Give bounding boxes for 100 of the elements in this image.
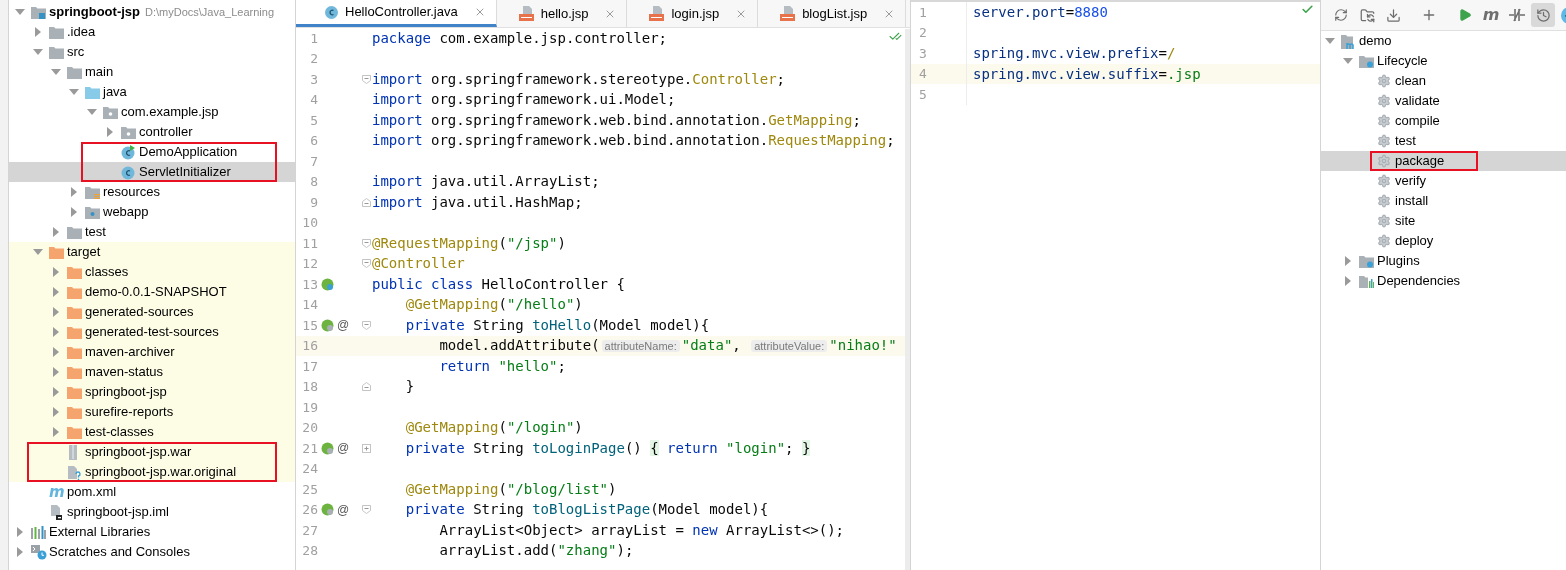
expand-arrow-icon[interactable] bbox=[1343, 276, 1353, 286]
expand-arrow-icon[interactable] bbox=[51, 267, 61, 277]
fold-icon[interactable] bbox=[362, 197, 371, 207]
tree-item[interactable]: Dependencies bbox=[1321, 271, 1566, 291]
editor-tab[interactable]: hello.jsp bbox=[496, 0, 628, 27]
maven-goal-button[interactable]: m bbox=[1479, 3, 1503, 27]
unfold-icon[interactable] bbox=[362, 443, 371, 453]
tree-item[interactable]: springboot-jsp.war bbox=[9, 442, 295, 462]
tree-item[interactable]: site bbox=[1321, 211, 1566, 231]
tree-item[interactable]: .idea bbox=[9, 22, 295, 42]
expand-arrow-icon[interactable] bbox=[105, 127, 115, 137]
tree-item[interactable]: com.example.jsp bbox=[9, 102, 295, 122]
expand-arrow-icon[interactable] bbox=[51, 407, 61, 417]
gear-icon bbox=[1377, 114, 1391, 128]
fold-icon[interactable] bbox=[362, 382, 371, 392]
tree-item[interactable]: webapp bbox=[9, 202, 295, 222]
expand-arrow-icon[interactable] bbox=[51, 387, 61, 397]
expand-arrow-icon[interactable] bbox=[15, 527, 25, 537]
fold-icon[interactable] bbox=[362, 238, 371, 248]
tree-item[interactable]: generated-test-sources bbox=[9, 322, 295, 342]
expand-arrow-icon[interactable] bbox=[15, 547, 25, 557]
line-number: 1 bbox=[309, 29, 318, 48]
endpoint-marker[interactable]: @ bbox=[336, 439, 350, 458]
expand-arrow-icon[interactable] bbox=[1343, 56, 1353, 66]
tree-item[interactable]: src bbox=[9, 42, 295, 62]
tree-item[interactable]: test bbox=[9, 222, 295, 242]
tree-item[interactable]: springboot-jsp.iml bbox=[9, 502, 295, 522]
tree-item[interactable]: maven-status bbox=[9, 362, 295, 382]
tree-item[interactable]: m pom.xml bbox=[9, 482, 295, 502]
tree-item[interactable]: deploy bbox=[1321, 231, 1566, 251]
expand-arrow-icon[interactable] bbox=[51, 227, 61, 237]
spring-mapping-icon[interactable] bbox=[320, 441, 334, 455]
expand-arrow-icon[interactable] bbox=[51, 367, 61, 377]
tree-item[interactable]: springboot-jsp.war.original bbox=[9, 462, 295, 482]
tree-item[interactable]: target bbox=[9, 242, 295, 262]
expand-arrow-icon[interactable] bbox=[51, 427, 61, 437]
code-text: import org.springframework.web.bind.annotation.RequestMapping; bbox=[372, 131, 895, 151]
expand-arrow-icon[interactable] bbox=[51, 67, 61, 77]
expand-arrow-icon[interactable] bbox=[87, 107, 97, 117]
unknown-file-icon bbox=[67, 464, 82, 480]
tree-item[interactable]: classes bbox=[9, 262, 295, 282]
expand-arrow-icon[interactable] bbox=[51, 307, 61, 317]
editor-tab[interactable]: login.jsp bbox=[627, 0, 759, 27]
jsp-file-icon bbox=[518, 6, 535, 21]
fold-icon[interactable] bbox=[362, 320, 371, 330]
tree-item[interactable]: generated-sources bbox=[9, 302, 295, 322]
fold-icon[interactable] bbox=[362, 74, 371, 84]
tree-item[interactable]: springboot-jsp D:\myDocs\Java_Learning bbox=[9, 2, 295, 22]
expand-arrow-icon[interactable] bbox=[51, 347, 61, 357]
expand-arrow-icon[interactable] bbox=[1325, 36, 1335, 46]
expand-arrow-icon[interactable] bbox=[51, 287, 61, 297]
folder-icon bbox=[67, 405, 82, 419]
tree-item[interactable]: install bbox=[1321, 191, 1566, 211]
editor-tab[interactable]: HelloController.java bbox=[296, 0, 497, 27]
spring-mapping-icon[interactable] bbox=[320, 503, 334, 517]
code-text: @RequestMapping("/jsp") bbox=[372, 233, 566, 253]
tree-item[interactable]: clean bbox=[1321, 71, 1566, 91]
tree-item[interactable]: test-classes bbox=[9, 422, 295, 442]
expand-arrow-icon[interactable] bbox=[69, 207, 79, 217]
expand-arrow-icon[interactable] bbox=[69, 87, 79, 97]
expand-arrow-icon[interactable] bbox=[33, 47, 43, 57]
expand-arrow-icon[interactable] bbox=[1343, 256, 1353, 266]
tree-item[interactable]: compile bbox=[1321, 111, 1566, 131]
tree-item[interactable]: resources bbox=[9, 182, 295, 202]
expand-arrow-icon[interactable] bbox=[69, 187, 79, 197]
folder-icon bbox=[67, 345, 82, 359]
tree-item[interactable]: ServletInitializer bbox=[9, 162, 295, 182]
tree-item[interactable]: demo bbox=[1321, 31, 1566, 51]
line-number: 15 bbox=[301, 316, 318, 335]
spring-mapping-icon[interactable] bbox=[320, 318, 334, 332]
tree-item[interactable]: controller bbox=[9, 122, 295, 142]
fold-icon[interactable] bbox=[362, 259, 371, 269]
maven-module-icon bbox=[1341, 33, 1356, 49]
tree-item[interactable]: main bbox=[9, 62, 295, 82]
tree-item[interactable]: package bbox=[1321, 151, 1566, 171]
tree-item[interactable]: verify bbox=[1321, 171, 1566, 191]
tree-item[interactable]: External Libraries bbox=[9, 522, 295, 542]
offline-clock-icon[interactable] bbox=[1531, 3, 1555, 27]
fold-icon[interactable] bbox=[362, 505, 371, 515]
tree-item[interactable]: java bbox=[9, 82, 295, 102]
gear-icon bbox=[1377, 134, 1391, 148]
spring-bean-icon[interactable] bbox=[320, 277, 334, 291]
tree-item[interactable]: maven-archiver bbox=[9, 342, 295, 362]
tree-item[interactable]: validate bbox=[1321, 91, 1566, 111]
expand-arrow-icon[interactable] bbox=[33, 27, 43, 37]
endpoint-marker[interactable]: @ bbox=[336, 500, 350, 519]
tree-item[interactable]: test bbox=[1321, 131, 1566, 151]
tree-item[interactable]: springboot-jsp bbox=[9, 382, 295, 402]
tree-item[interactable]: Plugins bbox=[1321, 251, 1566, 271]
endpoint-marker[interactable]: @ bbox=[336, 316, 350, 335]
expand-arrow-icon[interactable] bbox=[33, 247, 43, 257]
tree-item[interactable]: surefire-reports bbox=[9, 402, 295, 422]
expand-arrow-icon[interactable] bbox=[15, 7, 25, 17]
tree-item[interactable]: Lifecycle bbox=[1321, 51, 1566, 71]
expand-arrow-icon[interactable] bbox=[51, 327, 61, 337]
tree-item[interactable]: demo-0.0.1-SNAPSHOT bbox=[9, 282, 295, 302]
code-text: package com.example.jsp.controller; bbox=[372, 28, 668, 48]
tree-item[interactable]: Scratches and Consoles bbox=[9, 542, 295, 562]
editor-tab[interactable]: blogList.jsp bbox=[758, 0, 907, 27]
tree-item[interactable]: DemoApplication bbox=[9, 142, 295, 162]
